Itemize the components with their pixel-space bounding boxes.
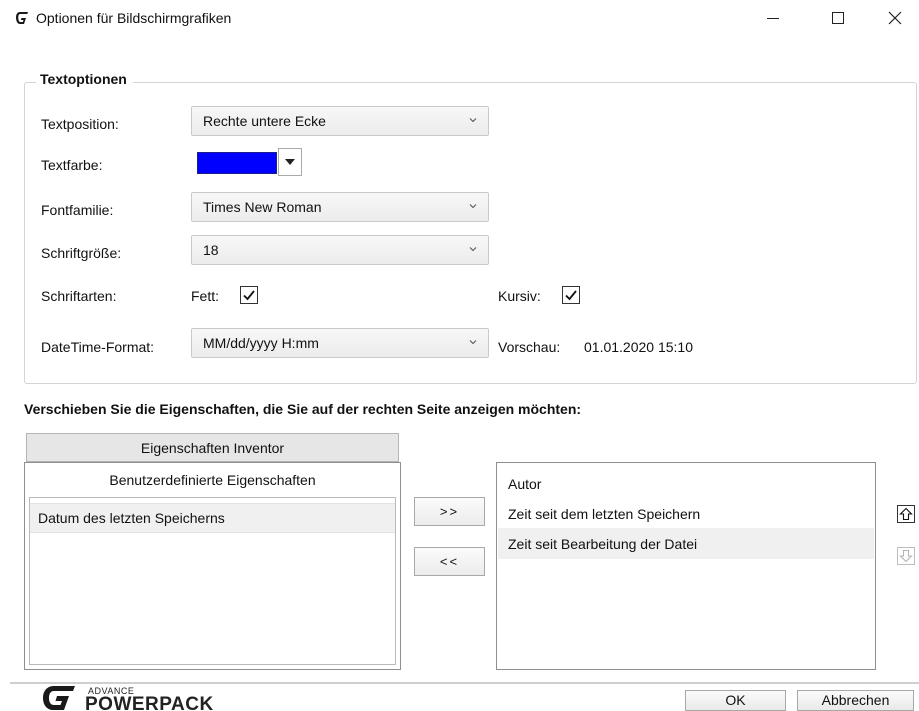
list-item-label: Zeit seit Bearbeitung der Datei — [508, 535, 698, 552]
font-size-label: Schriftgröße: — [41, 245, 122, 261]
maximize-button[interactable] — [815, 0, 861, 36]
move-left-button[interactable]: << — [414, 547, 485, 576]
logo-big-text: POWERPACK — [85, 694, 214, 711]
checkmark-icon — [565, 290, 577, 301]
minimize-icon — [767, 17, 779, 19]
font-family-value: Times New Roman — [203, 199, 322, 215]
close-button[interactable] — [872, 0, 918, 36]
text-position-value: Rechte untere Ecke — [203, 113, 326, 129]
datetime-format-value: MM/dd/yyyy H:mm — [203, 335, 319, 351]
close-icon — [888, 11, 902, 25]
list-item-label: Autor — [508, 475, 542, 492]
bold-label: Fett: — [191, 288, 220, 304]
bold-checkbox[interactable] — [240, 286, 258, 304]
font-styles-label: Schriftarten: — [41, 288, 117, 304]
minimize-button[interactable] — [750, 0, 796, 36]
font-size-select[interactable]: 18 — [191, 235, 489, 265]
list-item-label: Zeit seit dem letzten Speichern — [508, 505, 701, 522]
preview-label: Vorschau: — [498, 339, 561, 355]
custom-properties-header: Benutzerdefinierte Eigenschaften — [25, 463, 400, 497]
chevron-down-icon — [469, 247, 477, 252]
list-item-label: Datum des letzten Speicherns — [38, 510, 225, 526]
arrow-up-icon — [899, 507, 913, 521]
italic-checkbox[interactable] — [562, 286, 580, 304]
datetime-format-label: DateTime-Format: — [41, 339, 155, 355]
text-position-label: Textposition: — [41, 116, 119, 132]
brand-logo: ADVANCE POWERPACK — [40, 684, 280, 711]
move-up-button[interactable] — [897, 505, 915, 523]
available-properties-list[interactable]: Datum des letzten Speicherns — [29, 497, 396, 665]
tab-inventor-properties[interactable]: Eigenschaften Inventor — [26, 433, 399, 462]
arrow-down-icon — [899, 549, 913, 563]
custom-properties-header-label: Benutzerdefinierte Eigenschaften — [109, 472, 316, 488]
chevron-down-icon — [469, 118, 477, 123]
preview-value: 01.01.2020 15:10 — [584, 339, 693, 355]
selected-properties-list[interactable]: Autor Zeit seit dem letzten Speichern Ze… — [496, 462, 876, 670]
list-item[interactable]: Zeit seit Bearbeitung der Datei — [498, 528, 874, 559]
chevron-down-icon — [469, 340, 477, 345]
ok-button[interactable]: OK — [685, 690, 786, 711]
checkmark-icon — [243, 290, 255, 301]
properties-instruction: Verschieben Sie die Eigenschaften, die S… — [24, 401, 582, 417]
font-family-select[interactable]: Times New Roman — [191, 192, 489, 222]
list-item[interactable]: Zeit seit dem letzten Speichern — [498, 498, 874, 529]
list-item[interactable]: Autor — [498, 468, 874, 499]
window-title: Optionen für Bildschirmgrafiken — [36, 10, 232, 26]
maximize-icon — [832, 12, 844, 24]
text-color-label: Textfarbe: — [41, 157, 103, 173]
app-logo-icon — [14, 9, 32, 27]
text-color-swatch — [197, 152, 277, 174]
datetime-format-select[interactable]: MM/dd/yyyy H:mm — [191, 328, 489, 358]
font-size-value: 18 — [203, 242, 219, 258]
list-item[interactable]: Datum des letzten Speicherns — [30, 503, 395, 533]
text-color-dropdown-button[interactable] — [278, 148, 302, 176]
text-options-legend: Textoptionen — [36, 71, 133, 87]
available-properties-panel: Benutzerdefinierte Eigenschaften Datum d… — [24, 462, 401, 670]
title-bar: Optionen für Bildschirmgrafiken — [0, 0, 919, 40]
chevron-down-icon — [469, 204, 477, 209]
tab-inventor-properties-label: Eigenschaften Inventor — [140, 439, 285, 456]
font-family-label: Fontfamilie: — [41, 202, 114, 218]
italic-label: Kursiv: — [498, 288, 541, 304]
caret-down-icon — [285, 159, 295, 165]
cancel-button[interactable]: Abbrechen — [797, 690, 914, 711]
text-position-select[interactable]: Rechte untere Ecke — [191, 106, 489, 136]
powerpack-logo-icon — [43, 686, 75, 710]
move-right-button[interactable]: >> — [414, 497, 485, 526]
move-down-button[interactable] — [897, 547, 915, 565]
